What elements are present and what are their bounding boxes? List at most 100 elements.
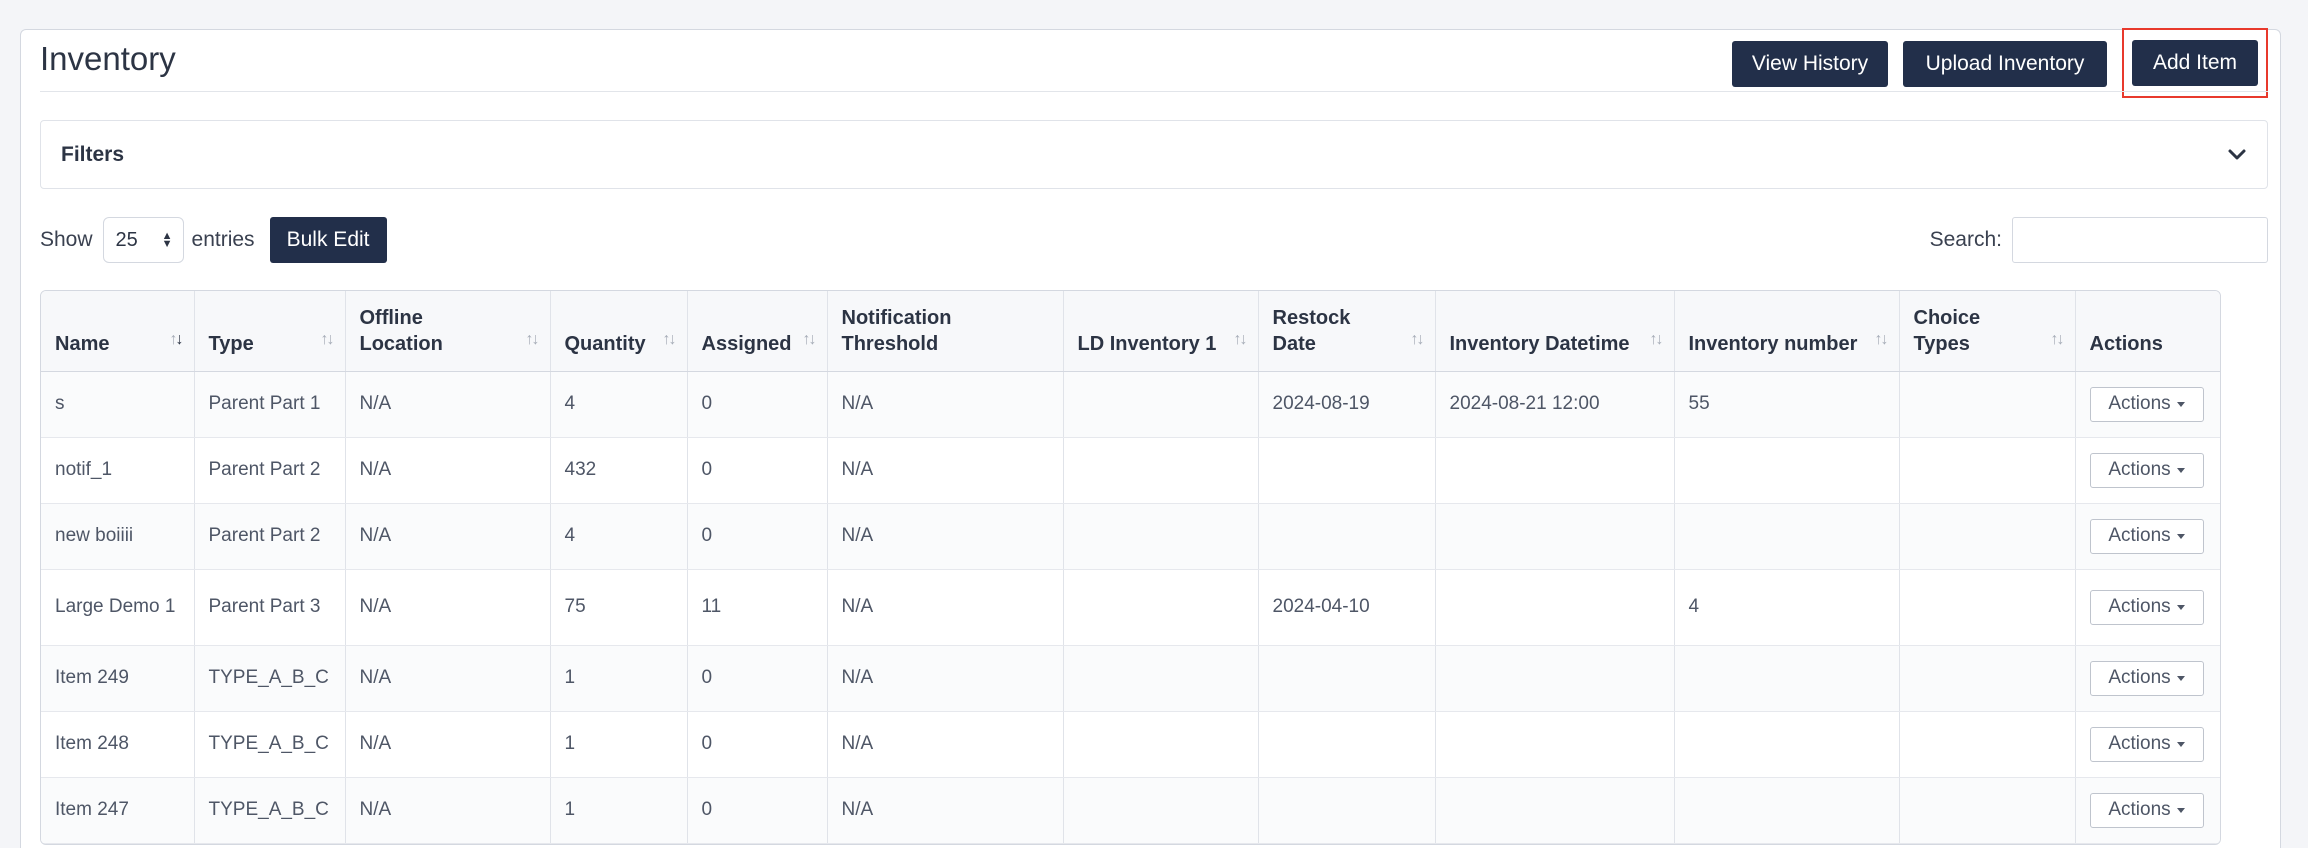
table-header-row: Name ↑↓ Type ↑↓ Offline Location ↑↓ Quantit…	[41, 291, 2220, 372]
cell-name: s	[41, 371, 195, 438]
cell-inventory-datetime	[1435, 777, 1675, 844]
cell-choice-types	[1899, 645, 2076, 712]
search-input[interactable]	[2012, 217, 2268, 263]
column-header-choice-types[interactable]: Choice Types ↑↓	[1899, 291, 2076, 372]
cell-actions: Actions	[2075, 371, 2220, 438]
cell-restock-date: 2024-08-19	[1258, 371, 1436, 438]
cell-ld-inventory-1	[1063, 645, 1259, 712]
column-header-actions: Actions	[2075, 291, 2220, 372]
filters-panel[interactable]: Filters	[40, 120, 2268, 189]
table-row: Item 249 TYPE_A_B_C N/A 1 0 N/A Actions	[41, 645, 2220, 712]
cell-name: new boiiii	[41, 503, 195, 570]
inventory-table: Name ↑↓ Type ↑↓ Offline Location ↑↓ Quantit…	[41, 291, 2220, 844]
column-header-inventory-datetime[interactable]: Inventory Datetime ↑↓	[1435, 291, 1675, 372]
table-row: notif_1 Parent Part 2 N/A 432 0 N/A Acti…	[41, 437, 2220, 504]
cell-inventory-datetime	[1435, 711, 1675, 778]
cell-offline-location: N/A	[345, 711, 551, 778]
search-wrap: Search:	[1930, 217, 2268, 263]
upload-inventory-button[interactable]: Upload Inventory	[1903, 41, 2107, 87]
show-label: Show	[40, 228, 93, 251]
column-header-notification-threshold[interactable]: Notification Threshold	[827, 291, 1064, 372]
actions-dropdown-button[interactable]: Actions	[2089, 792, 2204, 828]
cell-ld-inventory-1	[1063, 371, 1259, 438]
inventory-table-wrap: Name ↑↓ Type ↑↓ Offline Location ↑↓ Quantit…	[40, 290, 2221, 845]
actions-dropdown-button[interactable]: Actions	[2089, 386, 2204, 422]
cell-restock-date	[1258, 503, 1436, 570]
cell-choice-types	[1899, 503, 2076, 570]
sort-icon: ↑↓	[2050, 331, 2065, 348]
column-header-inventory-number[interactable]: Inventory number ↑↓	[1674, 291, 1900, 372]
column-header-quantity[interactable]: Quantity ↑↓	[550, 291, 688, 372]
sort-icon: ↑↓	[1410, 331, 1425, 348]
caret-down-icon	[2176, 604, 2185, 610]
cell-name: Item 249	[41, 645, 195, 712]
sort-icon: ↑↓	[169, 331, 184, 348]
add-item-button[interactable]: Add Item	[2132, 40, 2258, 86]
cell-name: Item 247	[41, 777, 195, 844]
cell-restock-date: 2024-04-10	[1258, 569, 1436, 646]
cell-offline-location: N/A	[345, 371, 551, 438]
column-header-type[interactable]: Type ↑↓	[194, 291, 346, 372]
actions-dropdown-button[interactable]: Actions	[2089, 726, 2204, 762]
cell-offline-location: N/A	[345, 777, 551, 844]
column-header-restock-date[interactable]: Restock Date ↑↓	[1258, 291, 1436, 372]
filters-label: Filters	[61, 142, 125, 166]
cell-assigned: 11	[687, 569, 828, 646]
table-row: new boiiii Parent Part 2 N/A 4 0 N/A Act…	[41, 503, 2220, 570]
caret-down-icon	[2176, 533, 2185, 539]
cell-ld-inventory-1	[1063, 569, 1259, 646]
actions-dropdown-button[interactable]: Actions	[2089, 589, 2204, 625]
caret-down-icon	[2176, 675, 2185, 681]
select-arrows-icon: ▲ ▼	[161, 230, 173, 250]
sort-icon: ↑↓	[1233, 331, 1248, 348]
cell-actions: Actions	[2075, 503, 2220, 570]
caret-down-icon	[2176, 401, 2185, 407]
cell-assigned: 0	[687, 371, 828, 438]
entries-select-value: 25	[115, 228, 138, 251]
table-controls: Show 25 ▲ ▼ entries Bulk Edit Search:	[40, 216, 2268, 264]
add-item-highlight: Add Item	[2122, 28, 2268, 98]
column-header-name[interactable]: Name ↑↓	[41, 291, 195, 372]
header-actions: View History Upload Inventory Add Item	[1732, 28, 2268, 98]
cell-notification-threshold: N/A	[827, 437, 1064, 504]
cell-restock-date	[1258, 645, 1436, 712]
view-history-button[interactable]: View History	[1732, 41, 1888, 87]
column-header-offline-location[interactable]: Offline Location ↑↓	[345, 291, 551, 372]
actions-dropdown-button[interactable]: Actions	[2089, 660, 2204, 696]
cell-inventory-number	[1674, 711, 1900, 778]
cell-inventory-number	[1674, 503, 1900, 570]
cell-type: Parent Part 2	[194, 503, 346, 570]
cell-notification-threshold: N/A	[827, 371, 1064, 438]
cell-type: TYPE_A_B_C	[194, 711, 346, 778]
cell-assigned: 0	[687, 503, 828, 570]
table-row: s Parent Part 1 N/A 4 0 N/A 2024-08-19 2…	[41, 371, 2220, 438]
cell-quantity: 1	[550, 645, 688, 712]
bulk-edit-button[interactable]: Bulk Edit	[269, 217, 387, 263]
cell-type: TYPE_A_B_C	[194, 645, 346, 712]
cell-offline-location: N/A	[345, 645, 551, 712]
cell-type: TYPE_A_B_C	[194, 777, 346, 844]
entries-select[interactable]: 25 ▲ ▼	[102, 217, 184, 263]
cell-actions: Actions	[2075, 569, 2220, 646]
table-row: Item 247 TYPE_A_B_C N/A 1 0 N/A Actions	[41, 777, 2220, 844]
column-header-assigned[interactable]: Assigned ↑↓	[687, 291, 828, 372]
column-header-ld-inventory-1[interactable]: LD Inventory 1 ↑↓	[1063, 291, 1259, 372]
cell-actions: Actions	[2075, 711, 2220, 778]
cell-notification-threshold: N/A	[827, 645, 1064, 712]
chevron-down-icon[interactable]	[2227, 145, 2247, 165]
cell-actions: Actions	[2075, 777, 2220, 844]
sort-icon: ↑↓	[802, 331, 817, 348]
cell-assigned: 0	[687, 777, 828, 844]
search-label: Search:	[1929, 228, 2002, 251]
cell-notification-threshold: N/A	[827, 503, 1064, 570]
actions-dropdown-button[interactable]: Actions	[2089, 518, 2204, 554]
actions-dropdown-button[interactable]: Actions	[2089, 452, 2204, 488]
cell-inventory-datetime: 2024-08-21 12:00	[1435, 371, 1675, 438]
cell-quantity: 432	[550, 437, 688, 504]
cell-assigned: 0	[687, 645, 828, 712]
cell-inventory-number	[1674, 437, 1900, 504]
page-title: Inventory	[40, 40, 176, 77]
sort-icon: ↑↓	[525, 331, 540, 348]
cell-assigned: 0	[687, 711, 828, 778]
cell-quantity: 4	[550, 371, 688, 438]
